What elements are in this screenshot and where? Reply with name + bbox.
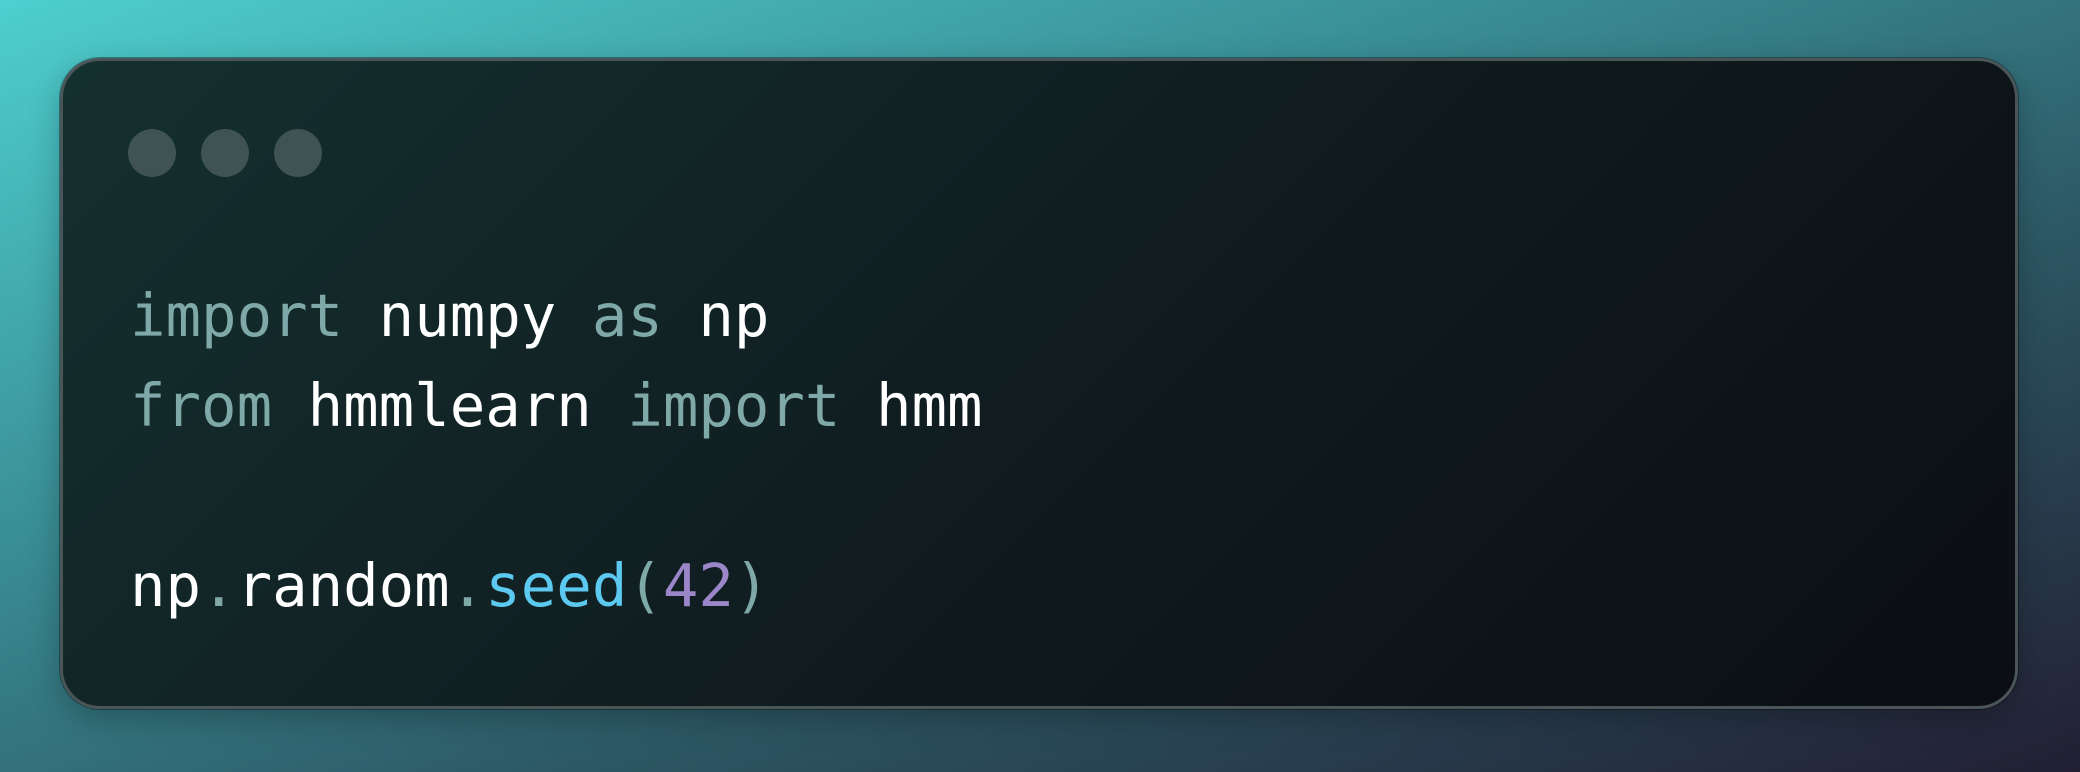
- keyword-from: from: [130, 371, 273, 440]
- imported-name: hmm: [876, 371, 983, 440]
- code-line-4: np.random.seed(42): [130, 541, 983, 631]
- dot-operator: .: [449, 551, 486, 620]
- function-name: seed: [485, 551, 628, 620]
- code-line-2: from hmmlearn import hmm: [130, 361, 983, 451]
- window-dot-1: [128, 129, 176, 177]
- module-name: numpy: [378, 281, 557, 350]
- attribute-name: random: [236, 551, 450, 620]
- keyword-import: import: [130, 281, 344, 350]
- code-line-3-empty: [130, 451, 983, 541]
- number-literal: 42: [662, 551, 734, 620]
- code-block: import numpy as np from hmmlearn import h…: [130, 271, 983, 631]
- keyword-import: import: [627, 371, 841, 440]
- object-name: np: [130, 551, 202, 620]
- close-paren: ): [733, 551, 770, 620]
- code-window: import numpy as np from hmmlearn import h…: [60, 58, 2018, 709]
- dot-operator: .: [201, 551, 237, 620]
- window-dot-3: [274, 129, 322, 177]
- open-paren: (: [627, 551, 663, 620]
- module-name: hmmlearn: [307, 371, 592, 440]
- window-controls: [128, 129, 322, 177]
- code-line-1: import numpy as np: [130, 271, 983, 361]
- keyword-as: as: [591, 281, 663, 350]
- window-dot-2: [201, 129, 249, 177]
- alias-name: np: [698, 281, 770, 350]
